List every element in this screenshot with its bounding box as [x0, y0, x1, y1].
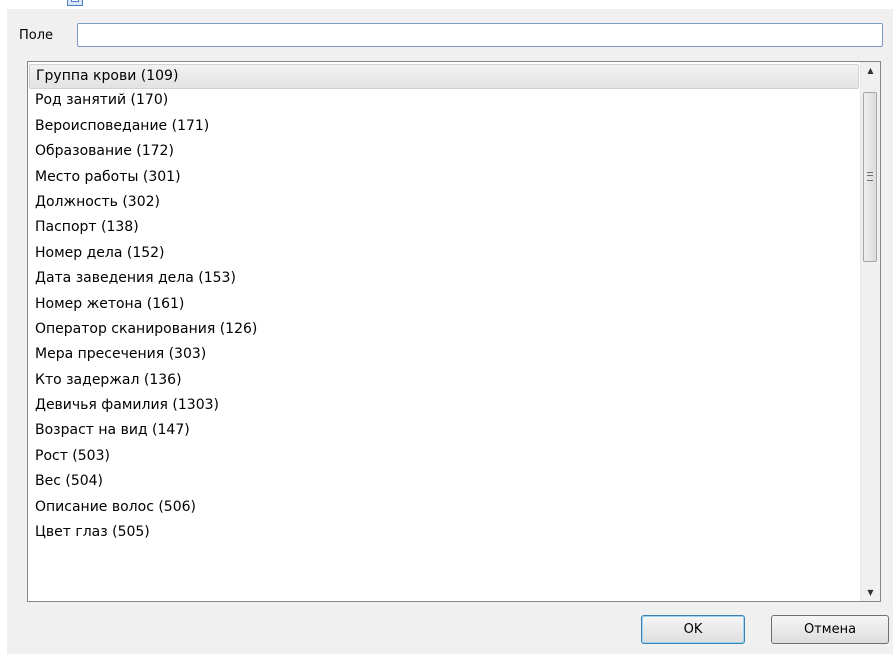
- list-item[interactable]: Рост (503): [29, 445, 861, 470]
- list-item[interactable]: Мера пресечения (303): [29, 343, 861, 368]
- up-arrow-icon[interactable]: ▲: [861, 62, 880, 79]
- list-item-partial[interactable]: [29, 546, 861, 571]
- list-items: Группа крови (109) Род занятий (170) Вер…: [29, 64, 861, 572]
- list-item[interactable]: Образование (172): [29, 140, 861, 165]
- cancel-button[interactable]: Отмена: [771, 615, 889, 644]
- list-item[interactable]: Цвет глаз (505): [29, 521, 861, 546]
- field-list[interactable]: Группа крови (109) Род занятий (170) Вер…: [27, 61, 881, 602]
- field-picker-dialog: Поле Группа крови (109) Род занятий (170…: [0, 0, 893, 654]
- scroll-thumb[interactable]: [863, 92, 877, 262]
- list-item[interactable]: Номер жетона (161): [29, 293, 861, 318]
- list-item[interactable]: Вес (504): [29, 470, 861, 495]
- list-item[interactable]: Возраст на вид (147): [29, 419, 861, 444]
- down-arrow-icon[interactable]: ▼: [861, 584, 880, 601]
- field-label: Поле: [19, 28, 54, 43]
- list-item[interactable]: Кто задержал (136): [29, 369, 861, 394]
- list-item-selected[interactable]: Группа крови (109): [29, 64, 859, 90]
- grip-icon: [867, 172, 873, 181]
- list-item[interactable]: Девичья фамилия (1303): [29, 394, 861, 419]
- vertical-scrollbar[interactable]: ▲ ▼: [860, 62, 880, 601]
- list-item[interactable]: Паспорт (138): [29, 216, 861, 241]
- list-item[interactable]: Описание волос (506): [29, 496, 861, 521]
- list-item[interactable]: Место работы (301): [29, 166, 861, 191]
- list-item[interactable]: Вероисповедание (171): [29, 115, 861, 140]
- list-item[interactable]: Род занятий (170): [29, 89, 861, 114]
- ok-button[interactable]: OK: [641, 615, 745, 644]
- list-item[interactable]: Должность (302): [29, 191, 861, 216]
- list-item[interactable]: Номер дела (152): [29, 242, 861, 267]
- list-item[interactable]: Дата заведения дела (153): [29, 267, 861, 292]
- field-input[interactable]: [77, 23, 883, 47]
- list-item[interactable]: Оператор сканирования (126): [29, 318, 861, 343]
- window-icon: [67, 0, 83, 6]
